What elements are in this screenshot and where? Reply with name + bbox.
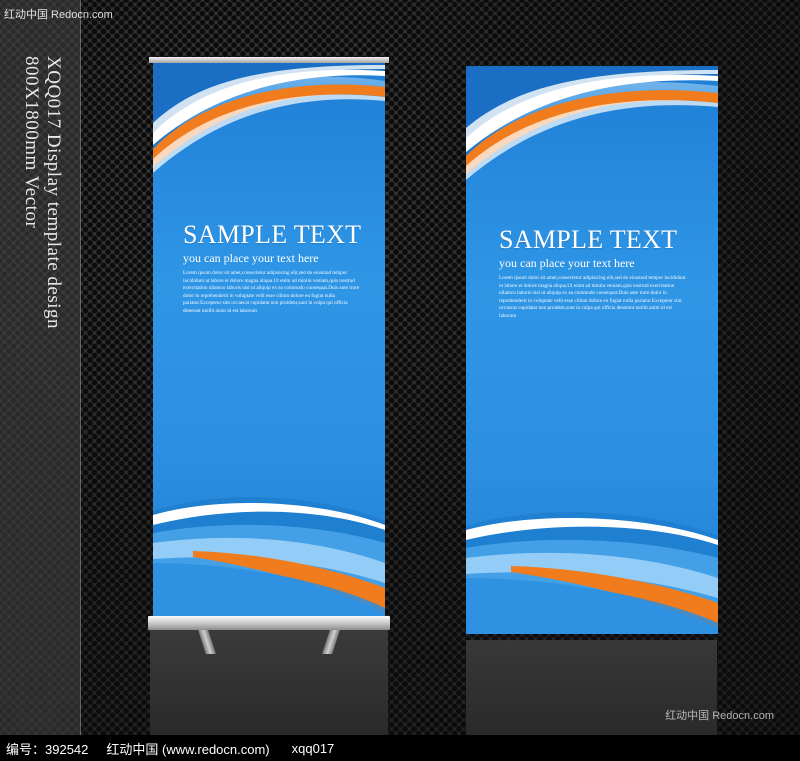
stand-floor-shadow bbox=[150, 628, 388, 735]
banner-right-content: SAMPLE TEXT you can place your text here… bbox=[466, 226, 718, 321]
perforated-metal-background: XQQ017 Display template design 800X1800m… bbox=[0, 0, 800, 735]
watermark-top-left: 红动中国 Redocn.com bbox=[4, 9, 113, 21]
banner-left-content: SAMPLE TEXT you can place your text here… bbox=[153, 221, 385, 316]
banner-right-subline: you can place your text here bbox=[499, 256, 635, 270]
banner-right-headline: SAMPLE TEXT bbox=[499, 225, 678, 254]
watermark-bottom-right: 红动中国 Redocn.com bbox=[665, 710, 774, 722]
left-title-strip: XQQ017 Display template design 800X1800m… bbox=[0, 0, 81, 735]
footer-bar: 编号：392542 红动中国 (www.redocn.com) xqq017 bbox=[0, 735, 800, 761]
stand-base bbox=[148, 616, 390, 630]
vertical-title: XQQ017 Display template design 800X1800m… bbox=[21, 56, 64, 476]
footer-site-link[interactable]: 红动中国 (www.redocn.com) bbox=[106, 739, 269, 758]
vertical-title-line-1: XQQ017 Display template design bbox=[43, 56, 64, 330]
banner-right-swoosh-graphics bbox=[466, 66, 718, 634]
banner-left: SAMPLE TEXT you can place your text here… bbox=[153, 63, 385, 616]
vertical-title-line-2: 800X1800mm Vector bbox=[21, 56, 42, 229]
banner-left-headline: SAMPLE TEXT bbox=[183, 220, 362, 249]
footer-id-number: 编号：392542 bbox=[6, 741, 89, 757]
banner-left-body-text: Lorem ipsum dolor sit amet,consectetur a… bbox=[183, 270, 360, 314]
banner-right: SAMPLE TEXT you can place your text here… bbox=[466, 66, 718, 634]
banner-right-body-text: Lorem ipsum dolor sit amet,consectetur a… bbox=[499, 275, 686, 319]
banner-left-swoosh-graphics bbox=[153, 63, 385, 616]
footer-item-code: xqq017 bbox=[291, 740, 335, 756]
banner-left-subline: you can place your text here bbox=[183, 251, 319, 265]
